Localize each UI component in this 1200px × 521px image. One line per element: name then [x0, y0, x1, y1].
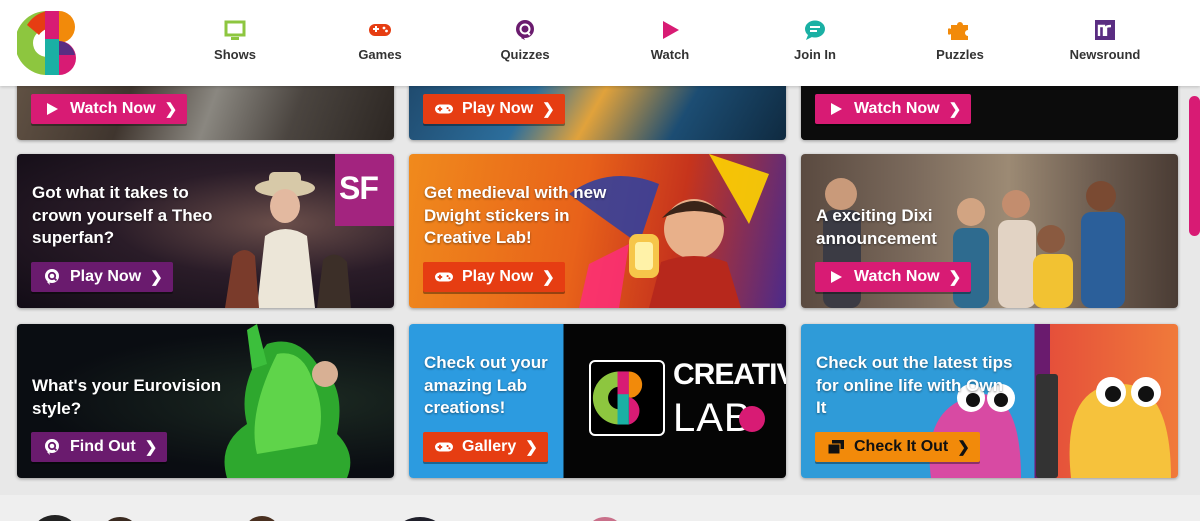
- play-icon: [663, 21, 679, 39]
- gamepad-icon: [369, 24, 391, 36]
- cbbc-logo[interactable]: [15, 5, 93, 81]
- watch-now-button[interactable]: Watch Now ❯: [31, 94, 188, 124]
- tv-icon: [224, 20, 246, 40]
- button-label: Check It Out: [854, 438, 949, 455]
- chevron-right-icon: ❯: [150, 269, 163, 286]
- gamepad-icon: [435, 439, 453, 455]
- chevron-right-icon: ❯: [542, 101, 555, 118]
- watch-now-button[interactable]: Watch Now ❯: [815, 94, 972, 124]
- button-label: Watch Now: [854, 100, 940, 117]
- paint-splash-icon: [739, 406, 765, 432]
- play-icon: [827, 101, 845, 117]
- cbbc-logo-tile: [589, 360, 665, 436]
- card-title: Check out the latest tips for online lif…: [816, 353, 1013, 417]
- promo-grid: Watch Now ❯ Play Now ❯ Watch Now ❯ SF Go…: [0, 86, 1200, 521]
- play-icon: [827, 269, 845, 285]
- next-row-peek: [0, 495, 1200, 521]
- button-label: Play Now: [462, 268, 534, 285]
- newsround-icon: [1095, 20, 1115, 40]
- promo-card[interactable]: A exciting Dixi announcement Watch Now ❯: [801, 154, 1178, 308]
- button-label: Watch Now: [854, 268, 940, 285]
- chevron-right-icon: ❯: [525, 439, 538, 456]
- promo-card[interactable]: Watch Now ❯: [801, 86, 1178, 140]
- nav-label: Watch: [650, 47, 690, 62]
- promo-card[interactable]: What's your Eurovision style? Find Out ❯: [17, 324, 394, 478]
- card-title: What's your Eurovision style?: [32, 376, 222, 418]
- promo-card[interactable]: CREATIVE LAB Check out your amazing Lab …: [409, 324, 786, 478]
- nav-puzzles[interactable]: Puzzles: [905, 18, 1015, 70]
- card-title: Get medieval with new Dwight stickers in…: [424, 183, 607, 247]
- card-title: Check out your amazing Lab creations!: [424, 353, 548, 417]
- button-label: Play Now: [70, 268, 142, 285]
- chevron-right-icon: ❯: [957, 439, 970, 456]
- puzzle-icon: [948, 22, 968, 40]
- promo-card[interactable]: Check out the latest tips for online lif…: [801, 324, 1178, 478]
- gamepad-icon: [435, 101, 453, 117]
- cards-icon: [827, 439, 845, 455]
- quiz-icon: [516, 20, 534, 40]
- button-label: Find Out: [70, 438, 136, 455]
- play-now-button[interactable]: Play Now ❯: [423, 94, 565, 124]
- promo-card[interactable]: Play Now ❯: [409, 86, 786, 140]
- cbbc-logo-icon: [15, 11, 76, 75]
- nav-label: Join In: [794, 47, 836, 62]
- find-out-button[interactable]: Find Out ❯: [31, 432, 168, 462]
- play-now-button[interactable]: Play Now ❯: [423, 262, 565, 292]
- scrollbar-thumb[interactable]: [1189, 96, 1200, 236]
- creative-lab-heading: CREATIVE: [673, 358, 786, 391]
- gallery-button[interactable]: Gallery ❯: [423, 432, 548, 462]
- chevron-right-icon: ❯: [164, 101, 178, 118]
- chevron-right-icon: ❯: [948, 101, 962, 118]
- chevron-right-icon: ❯: [948, 269, 962, 286]
- card-title: Got what it takes to crown yourself a Th…: [32, 183, 213, 247]
- gamepad-icon: [435, 269, 453, 285]
- button-label: Play Now: [462, 100, 534, 117]
- nav-quizzes[interactable]: Quizzes: [470, 18, 580, 70]
- promo-card[interactable]: SF Got what it takes to crown yourself a…: [17, 154, 394, 308]
- button-label: Watch Now: [70, 100, 156, 117]
- sf-badge: SF: [335, 154, 394, 226]
- character-heads-peek: [38, 515, 617, 521]
- cbbc-logo-icon: [592, 371, 643, 425]
- nav-games[interactable]: Games: [325, 18, 435, 70]
- nav-label: Newsround: [1069, 47, 1141, 62]
- nav-newsround[interactable]: Newsround: [1050, 18, 1160, 70]
- nav-label: Games: [358, 47, 402, 62]
- nav-label: Quizzes: [500, 47, 550, 62]
- nav-label: Shows: [214, 47, 256, 62]
- promo-card[interactable]: Get medieval with new Dwight stickers in…: [409, 154, 786, 308]
- eurovision-performer-illustration: [224, 324, 351, 478]
- quiz-icon: [43, 439, 61, 455]
- nav-watch[interactable]: Watch: [615, 18, 725, 70]
- nav-join-in[interactable]: Join In: [760, 18, 870, 70]
- card-title: A exciting Dixi announcement: [816, 206, 937, 248]
- quiz-icon: [43, 269, 61, 285]
- watch-now-button[interactable]: Watch Now ❯: [815, 262, 972, 292]
- nav-label: Puzzles: [936, 47, 984, 62]
- promo-card[interactable]: Watch Now ❯: [17, 86, 394, 140]
- chevron-right-icon: ❯: [144, 439, 158, 456]
- chevron-right-icon: ❯: [542, 269, 555, 286]
- chat-icon: [805, 20, 825, 40]
- check-it-out-button[interactable]: Check It Out ❯: [815, 432, 980, 462]
- button-label: Gallery: [462, 438, 517, 455]
- site-header: Shows Games Quizzes Watch Join In Puzzle…: [0, 0, 1200, 86]
- nav-shows[interactable]: Shows: [180, 18, 290, 70]
- play-icon: [43, 101, 61, 117]
- play-now-button[interactable]: Play Now ❯: [31, 262, 173, 292]
